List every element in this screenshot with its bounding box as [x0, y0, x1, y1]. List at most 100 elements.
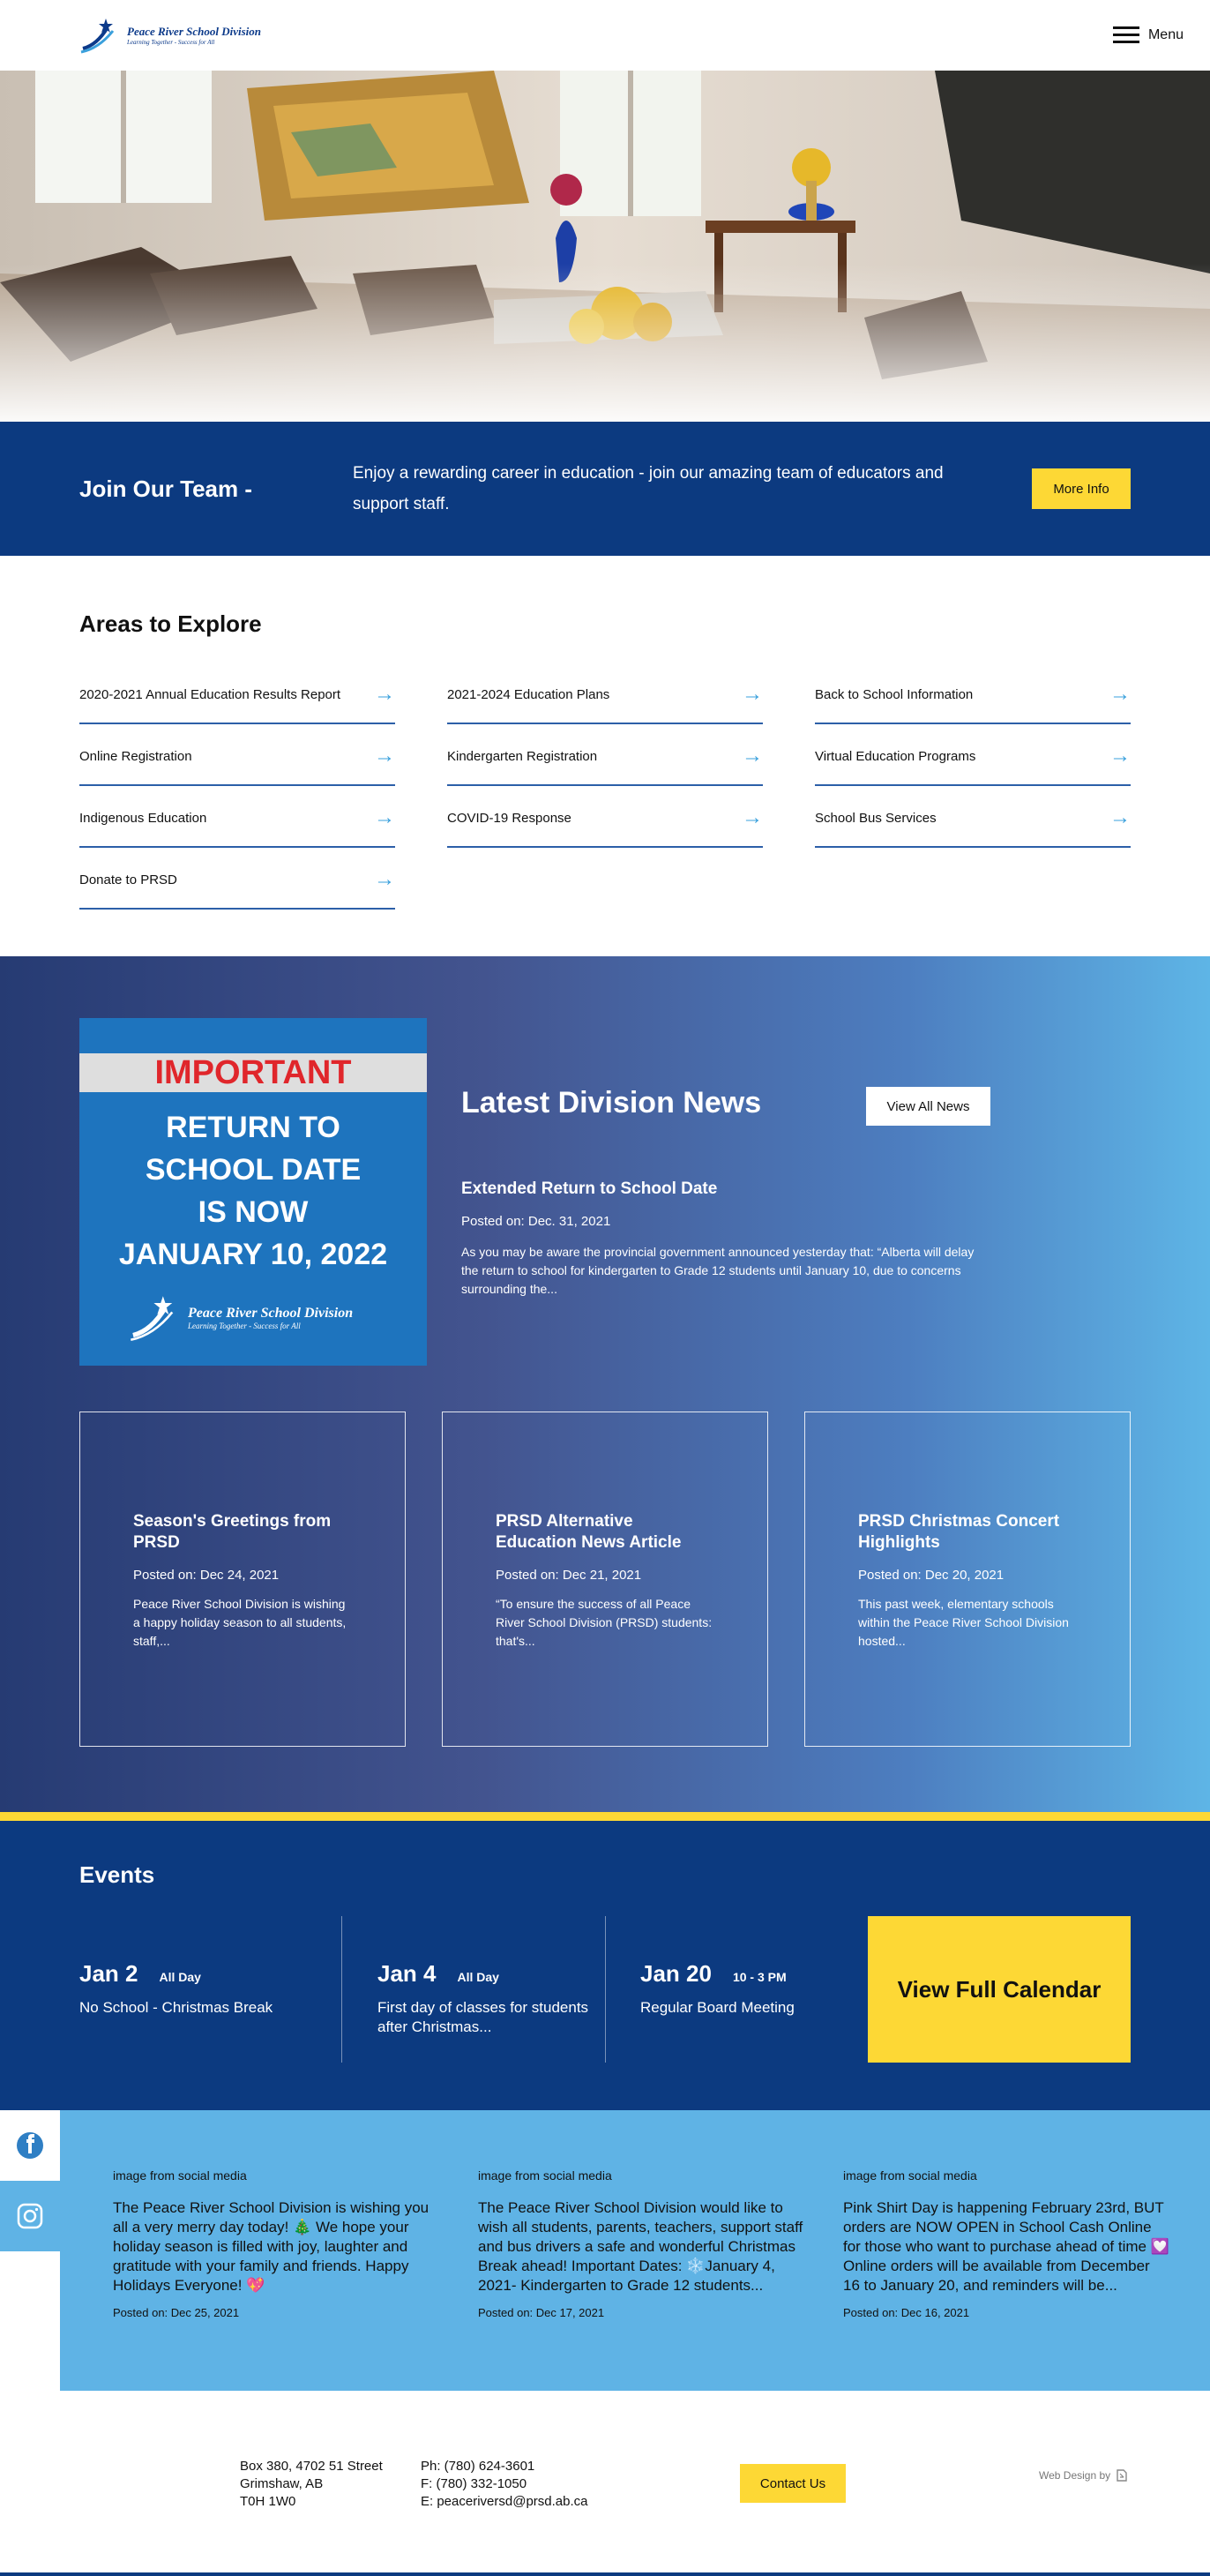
arrow-right-icon: → [374, 805, 395, 829]
news-card-excerpt: This past week, elementary schools withi… [858, 1597, 1069, 1648]
social-post[interactable]: image from social media The Peace River … [113, 2168, 439, 2319]
featured-news-date: Posted on: Dec. 31, 2021 [461, 1214, 611, 1229]
swoosh-logo-icon [131, 1296, 174, 1342]
social-post-text: The Peace River School Division is wishi… [113, 2199, 429, 2294]
news-card[interactable]: PRSD Christmas Concert Highlights Posted… [804, 1412, 1131, 1747]
area-link[interactable]: COVID-19 Response → [447, 786, 763, 848]
menu-button[interactable]: Menu [1112, 26, 1184, 44]
event-date: Jan 2 [79, 1960, 138, 1987]
hero-image [0, 71, 1210, 422]
arrow-right-icon: → [374, 744, 395, 768]
hamburger-icon [1112, 26, 1139, 44]
event-time: All Day [457, 1970, 499, 1984]
view-full-calendar-button[interactable]: View Full Calendar [868, 1916, 1131, 2063]
more-info-button[interactable]: More Info [1032, 468, 1131, 509]
area-link[interactable]: 2020-2021 Annual Education Results Repor… [79, 663, 395, 724]
facebook-icon[interactable] [0, 2110, 60, 2181]
footer-fax: F: (780) 332-1050 [421, 2476, 527, 2491]
logo-title: Peace River School Division [127, 25, 262, 38]
event-time: All Day [159, 1970, 201, 1984]
arrow-right-icon: → [1109, 682, 1131, 706]
social-post[interactable]: image from social media Pink Shirt Day i… [843, 2168, 1169, 2319]
area-link[interactable]: Kindergarten Registration → [447, 724, 763, 786]
news-card-title: PRSD Christmas Concert Highlights [858, 1512, 1060, 1552]
social-post-text: Pink Shirt Day is happening February 23r… [843, 2199, 1169, 2294]
site-logo[interactable]: Peace River School Division Learning Tog… [79, 15, 261, 56]
arrow-right-icon: → [374, 682, 395, 706]
site-footer: Box 380, 4702 51 Street Grimshaw, AB T0H… [0, 2391, 1210, 2576]
area-link[interactable]: Donate to PRSD → [79, 848, 395, 910]
join-team-title: Join Our Team - [79, 475, 252, 502]
important-band: IMPORTANT [79, 1053, 427, 1092]
arrow-right-icon: → [374, 867, 395, 891]
news-card[interactable]: PRSD Alternative Education News Article … [442, 1412, 768, 1747]
featured-image-logo: Peace River School Division Learning Tog… [128, 1292, 353, 1344]
event-title: First day of classes for students after … [377, 1999, 589, 2035]
web-design-credit[interactable]: Web Design by [1039, 2468, 1128, 2482]
news-card-excerpt: Peace River School Division is wishing a… [133, 1597, 347, 1648]
news-card-date: Posted on: Dec 21, 2021 [496, 1568, 642, 1583]
featured-news-image[interactable]: IMPORTANT RETURN TO SCHOOL DATE IS NOW J… [79, 1018, 427, 1366]
classroom-photo [0, 71, 1210, 422]
news-card-date: Posted on: Dec 20, 2021 [858, 1568, 1005, 1583]
section-divider [0, 1812, 1210, 1821]
swoosh-logo-icon [80, 19, 115, 54]
footer-email[interactable]: E: peaceriversd@prsd.ab.ca [421, 2493, 588, 2511]
social-icons [0, 2110, 60, 2251]
join-team-text: Enjoy a rewarding career in education - … [353, 464, 944, 513]
event-separator [605, 1916, 606, 2063]
events-section: Events Jan 2 All Day No School - Christma… [0, 1821, 1210, 2110]
areas-grid: 2020-2021 Annual Education Results Repor… [79, 663, 1131, 910]
social-post-date: Posted on: Dec 16, 2021 [843, 2306, 970, 2319]
event-title: No School - Christmas Break [79, 1999, 273, 2016]
social-feed: image from social media The Peace River … [60, 2110, 1210, 2391]
featured-image-headline: RETURN TO SCHOOL DATE IS NOW JANUARY 10,… [118, 1111, 388, 1271]
social-post[interactable]: image from social media The Peace River … [478, 2168, 804, 2319]
news-section: IMPORTANT RETURN TO SCHOOL DATE IS NOW J… [0, 956, 1210, 1812]
instagram-icon[interactable] [0, 2181, 60, 2251]
arrow-right-icon: → [1109, 744, 1131, 768]
news-card-excerpt: “To ensure the success of all Peace Rive… [496, 1597, 713, 1648]
featured-news-excerpt: As you may be aware the provincial gover… [461, 1245, 975, 1296]
facebook-icon [17, 2132, 43, 2159]
footer-phone[interactable]: Ph: (780) 624-3601 [421, 2458, 588, 2475]
news-card-date: Posted on: Dec 24, 2021 [133, 1568, 280, 1583]
contact-us-button[interactable]: Contact Us [740, 2464, 846, 2503]
news-title: Latest Division News [461, 1086, 762, 1120]
area-link[interactable]: 2021-2024 Education Plans → [447, 663, 763, 724]
view-all-news-button[interactable]: View All News [866, 1087, 990, 1126]
event-date: Jan 20 [640, 1960, 712, 1987]
event-item[interactable]: Jan 2 All Day No School - Christmas Break [79, 1916, 326, 2063]
arrow-right-icon: → [742, 682, 763, 706]
social-post-image: image from social media [478, 2168, 612, 2183]
logo-tagline: Learning Together - Success for All [127, 39, 215, 46]
social-post-text: The Peace River School Division would li… [478, 2199, 803, 2294]
join-team-banner: Join Our Team - Enjoy a rewarding career… [0, 422, 1210, 556]
event-time: 10 - 3 PM [732, 1970, 787, 1984]
menu-label: Menu [1147, 27, 1184, 42]
footer-address: Box 380, 4702 51 Street Grimshaw, AB T0H… [240, 2459, 383, 2509]
areas-title: Areas to Explore [79, 610, 262, 637]
event-item[interactable]: Jan 20 10 - 3 PM Regular Board Meeting [640, 1916, 852, 2063]
social-post-image: image from social media [843, 2168, 977, 2183]
designer-logo-icon [1117, 2469, 1127, 2482]
featured-news-headline[interactable]: Extended Return to School Date [461, 1179, 717, 1199]
arrow-right-icon: → [1109, 805, 1131, 829]
event-date: Jan 4 [377, 1960, 437, 1987]
events-title: Events [79, 1861, 155, 1888]
news-card-title: Season's Greetings from PRSD [133, 1512, 332, 1552]
instagram-icon [17, 2203, 43, 2229]
news-card[interactable]: Season's Greetings from PRSD Posted on: … [79, 1412, 406, 1747]
event-title: Regular Board Meeting [640, 1999, 795, 2016]
area-link[interactable]: Indigenous Education → [79, 786, 395, 848]
event-item[interactable]: Jan 4 All Day First day of classes for st… [377, 1916, 589, 2063]
social-post-image: image from social media [113, 2168, 247, 2183]
area-link[interactable]: Virtual Education Programs → [815, 724, 1131, 786]
area-link[interactable]: School Bus Services → [815, 786, 1131, 848]
area-link[interactable]: Back to School Information → [815, 663, 1131, 724]
event-separator [341, 1916, 342, 2063]
area-link[interactable]: Online Registration → [79, 724, 395, 786]
social-post-date: Posted on: Dec 25, 2021 [113, 2306, 240, 2319]
footer-contact: Ph: (780) 624-3601 F: (780) 332-1050 E: … [421, 2458, 588, 2511]
footer-rule [0, 2572, 1210, 2576]
